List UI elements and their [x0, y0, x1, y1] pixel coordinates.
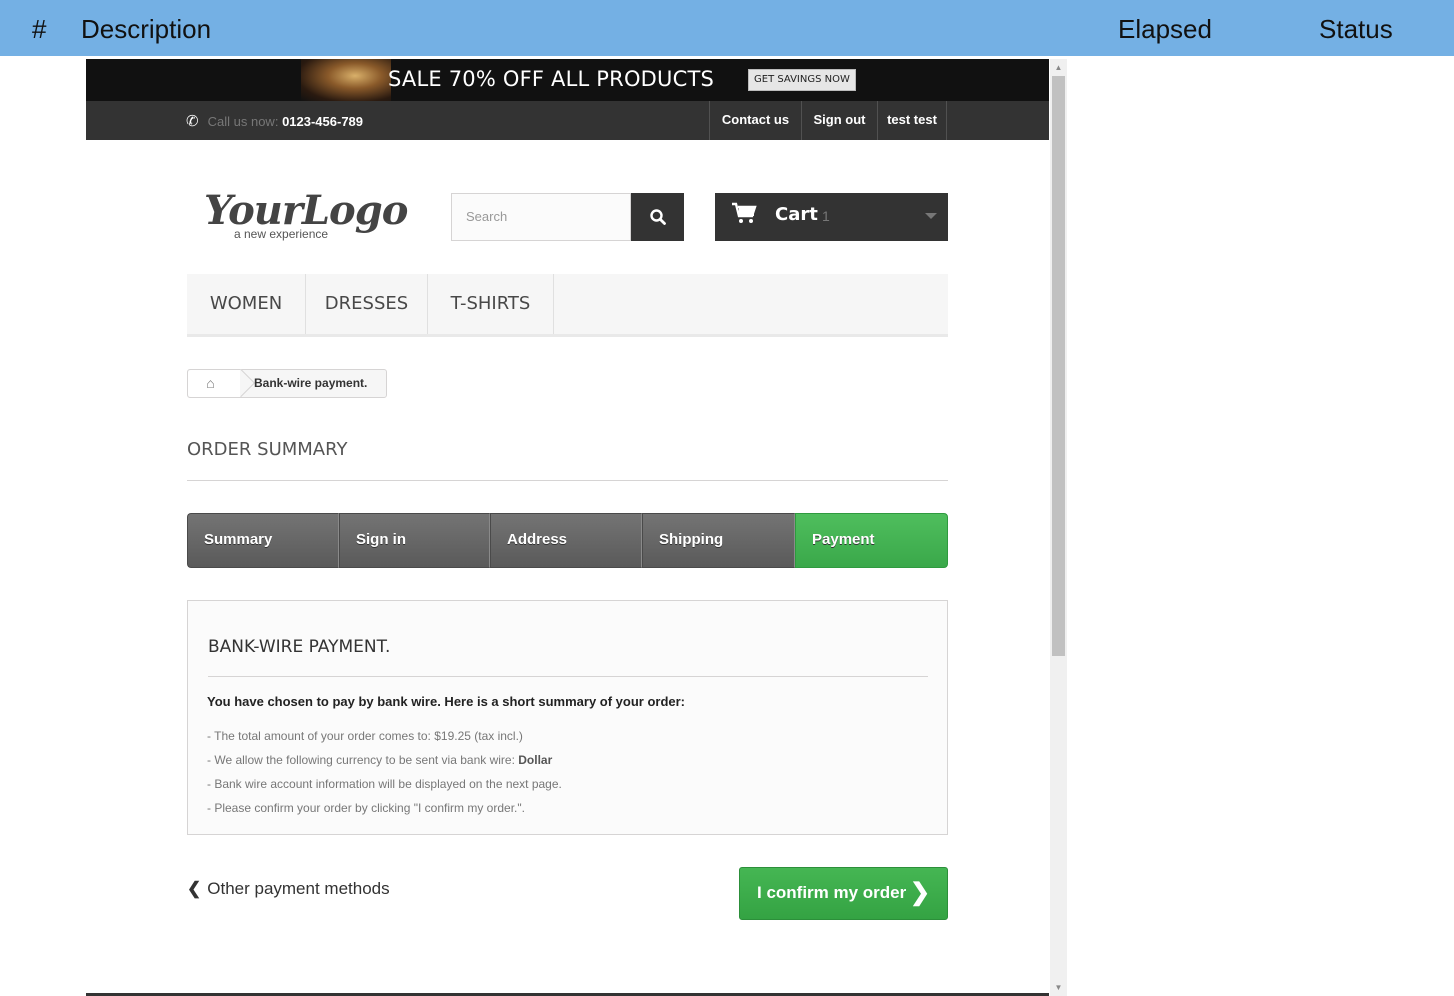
report-header: # Description Elapsed Status: [0, 0, 1454, 56]
search-input[interactable]: Search: [451, 193, 631, 241]
column-header-number: #: [32, 14, 47, 44]
column-header-status: Status: [1319, 14, 1393, 44]
get-savings-button[interactable]: GET SAVINGS NOW: [748, 69, 856, 91]
menu-item-women[interactable]: WOMEN: [187, 274, 306, 334]
other-payment-methods-link[interactable]: ❮ Other payment methods: [187, 879, 390, 899]
order-steps: Summary Sign in Address Shipping Payment: [187, 513, 948, 568]
confirm-label: I confirm my order: [757, 883, 907, 902]
account-link[interactable]: test test: [877, 101, 947, 140]
column-header-elapsed: Elapsed: [1118, 14, 1212, 44]
menu-item-tshirts[interactable]: T-SHIRTS: [428, 274, 554, 334]
payment-lead: You have chosen to pay by bank wire. Her…: [207, 694, 686, 709]
breadcrumb: ⌂ Bank-wire payment.: [187, 368, 387, 398]
payment-line-currency: - We allow the following currency to be …: [207, 753, 552, 767]
back-link-label: Other payment methods: [207, 879, 390, 898]
payment-line-confirm: - Please confirm your order by clicking …: [207, 801, 525, 815]
phone-icon: ✆: [186, 113, 199, 130]
step-shipping[interactable]: Shipping: [642, 513, 795, 568]
currency-text: - We allow the following currency to be …: [207, 753, 519, 767]
cart-button[interactable]: Cart 1: [715, 193, 948, 241]
search-button[interactable]: [631, 193, 684, 241]
step-payment: Payment: [795, 513, 948, 568]
bank-wire-box: BANK-WIRE PAYMENT. You have chosen to pa…: [187, 600, 948, 835]
phone-number: 0123-456-789: [282, 114, 364, 129]
column-header-description: Description: [81, 14, 212, 44]
scrollbar[interactable]: ▲ ▼: [1050, 59, 1067, 996]
chevron-right-icon: ❯: [910, 879, 931, 906]
chevron-down-icon: [925, 213, 937, 219]
scroll-thumb[interactable]: [1052, 76, 1065, 656]
payment-line-info: - Bank wire account information will be …: [207, 777, 562, 791]
payment-title: BANK-WIRE PAYMENT.: [208, 637, 928, 677]
confirm-order-button[interactable]: I confirm my order ❯: [739, 867, 948, 920]
search-icon: [649, 209, 666, 225]
page-title: ORDER SUMMARY: [187, 439, 948, 481]
step-address[interactable]: Address: [490, 513, 642, 568]
home-icon[interactable]: ⌂: [188, 370, 233, 397]
payment-line-total: - The total amount of your order comes t…: [207, 729, 523, 743]
banner-text: SALE 70% OFF ALL PRODUCTS: [388, 67, 715, 91]
call-prefix: Call us now:: [207, 114, 279, 129]
chevron-left-icon: ❮: [187, 879, 202, 898]
scroll-down-arrow-icon[interactable]: ▼: [1050, 979, 1067, 996]
logo-tagline: a new experience: [232, 227, 331, 241]
step-sign-in[interactable]: Sign in: [339, 513, 490, 568]
sign-out-link[interactable]: Sign out: [801, 101, 877, 140]
menu-item-dresses[interactable]: DRESSES: [306, 274, 428, 334]
banner-model-image: [301, 59, 391, 101]
main-menu: WOMEN DRESSES T-SHIRTS: [187, 274, 948, 337]
contact-us-link[interactable]: Contact us: [709, 101, 801, 140]
currency-value: Dollar: [518, 753, 553, 767]
cart-count: 1: [822, 208, 830, 224]
breadcrumb-current: Bank-wire payment.: [254, 376, 368, 390]
scroll-up-arrow-icon[interactable]: ▲: [1050, 59, 1067, 76]
cart-label: Cart: [775, 204, 818, 225]
cart-icon: [732, 202, 757, 223]
store-logo[interactable]: YourLogo a new experience: [204, 187, 408, 247]
top-nav: ✆ Call us now: 0123-456-789 Contact us S…: [86, 101, 1049, 140]
step-summary[interactable]: Summary: [187, 513, 339, 568]
call-us: ✆ Call us now: 0123-456-789: [186, 112, 363, 130]
sale-banner[interactable]: SALE 70% OFF ALL PRODUCTS GET SAVINGS NO…: [86, 59, 1049, 101]
store-page-screenshot: SALE 70% OFF ALL PRODUCTS GET SAVINGS NO…: [86, 59, 1049, 996]
